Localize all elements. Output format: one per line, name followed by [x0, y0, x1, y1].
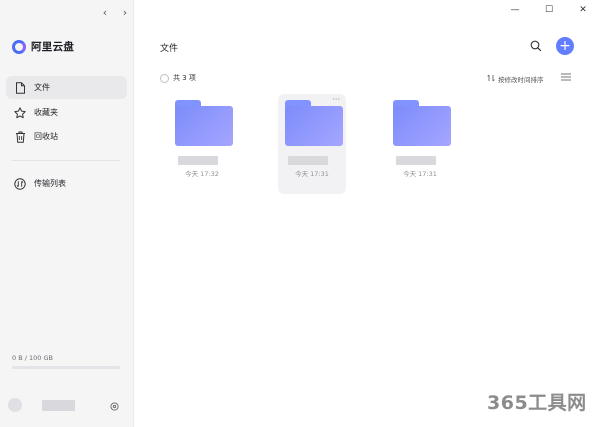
app-name: 阿里云盘	[31, 41, 75, 53]
folder-item[interactable]: ··· 今天 17:31	[278, 94, 346, 194]
folder-icon	[175, 100, 233, 146]
sidebar-item-trash[interactable]: 回收站	[6, 125, 127, 148]
back-arrow-icon[interactable]: ‹	[100, 6, 110, 19]
page-title: 文件	[160, 44, 179, 54]
sidebar-divider	[12, 160, 120, 161]
close-button[interactable]: ✕	[566, 0, 600, 20]
transfer-icon	[14, 177, 26, 190]
search-icon[interactable]	[529, 39, 543, 53]
sort-label: 按修改时间排序	[498, 76, 544, 84]
add-button[interactable]: +	[556, 37, 574, 55]
sidebar-item-files[interactable]: 文件	[6, 76, 127, 99]
avatar[interactable]	[8, 398, 22, 412]
history-nav: ‹ ›	[100, 6, 130, 19]
star-icon	[14, 106, 26, 119]
plus-icon: +	[559, 38, 571, 54]
sidebar-item-label: 回收站	[34, 132, 58, 141]
sidebar-item-favorites[interactable]: 收藏夹	[6, 101, 127, 124]
item-count: 共 3 项	[173, 74, 196, 82]
window-controls: — ☐ ✕	[498, 0, 600, 20]
sidebar-item-label: 传输列表	[34, 179, 66, 188]
sort-control[interactable]: 按修改时间排序	[487, 74, 544, 84]
folder-icon	[393, 100, 451, 146]
file-icon	[14, 81, 26, 94]
trash-icon	[14, 131, 26, 143]
settings-icon[interactable]	[110, 402, 119, 413]
maximize-button[interactable]: ☐	[532, 0, 566, 20]
file-modified-time: 今天 17:31	[295, 170, 329, 178]
storage-usage-bar	[12, 366, 120, 369]
folder-item[interactable]: 今天 17:32	[168, 94, 236, 194]
sort-icon	[487, 74, 495, 84]
folder-icon	[285, 100, 343, 146]
aliyun-logo-icon	[12, 39, 26, 54]
username-redacted	[42, 400, 75, 411]
sidebar-item-label: 收藏夹	[34, 108, 58, 117]
list-view-icon[interactable]	[561, 73, 571, 84]
folder-item[interactable]: 今天 17:31	[386, 94, 454, 194]
sidebar: ‹ › 阿里云盘 文件 收藏夹 回收站 传输列表 0 B / 100 GB	[0, 0, 134, 427]
select-all[interactable]: 共 3 项	[160, 73, 196, 83]
file-name-redacted	[288, 156, 328, 165]
file-modified-time: 今天 17:31	[403, 170, 437, 178]
select-all-checkbox[interactable]	[160, 73, 169, 83]
sidebar-item-label: 文件	[34, 83, 50, 92]
sidebar-item-transfers[interactable]: 传输列表	[6, 172, 127, 195]
minimize-button[interactable]: —	[498, 0, 532, 20]
watermark: 365工具网	[487, 392, 587, 414]
storage-usage-text: 0 B / 100 GB	[12, 354, 53, 362]
file-name-redacted	[178, 156, 218, 165]
brand: 阿里云盘	[12, 39, 74, 54]
file-modified-time: 今天 17:32	[185, 170, 219, 178]
forward-arrow-icon[interactable]: ›	[120, 6, 130, 19]
file-name-redacted	[396, 156, 436, 165]
